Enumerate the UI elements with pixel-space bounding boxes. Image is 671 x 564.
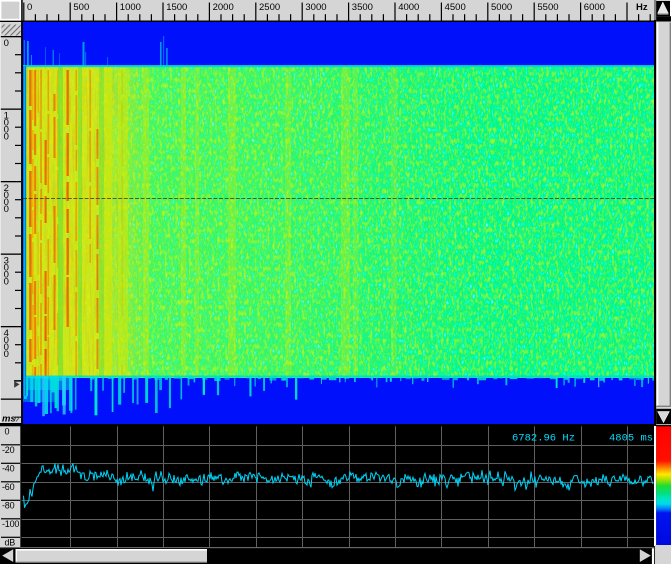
svg-text:2500: 2500 bbox=[259, 2, 280, 13]
svg-text:6000: 6000 bbox=[584, 2, 605, 13]
svg-text:-100: -100 bbox=[2, 519, 19, 529]
svg-text:ms: ms bbox=[2, 414, 16, 425]
svg-text:0: 0 bbox=[5, 427, 10, 437]
svg-text:0: 0 bbox=[4, 204, 9, 215]
svg-text:6782.96 Hz: 6782.96 Hz bbox=[512, 433, 575, 445]
svg-text:-80: -80 bbox=[2, 501, 15, 511]
svg-text:0: 0 bbox=[4, 277, 9, 288]
svg-text:0: 0 bbox=[4, 349, 9, 360]
svg-text:dB: dB bbox=[5, 538, 16, 548]
svg-text:3500: 3500 bbox=[352, 2, 373, 13]
svg-text:1500: 1500 bbox=[166, 2, 187, 13]
svg-text:Hz: Hz bbox=[636, 2, 648, 13]
svg-text:-40: -40 bbox=[2, 464, 15, 474]
svg-text:4000: 4000 bbox=[398, 2, 419, 13]
svg-text:5000: 5000 bbox=[491, 2, 512, 13]
svg-text:3000: 3000 bbox=[305, 2, 326, 13]
svg-text:500: 500 bbox=[73, 2, 89, 13]
svg-text:-20: -20 bbox=[2, 445, 15, 455]
svg-text:4805 ms: 4805 ms bbox=[609, 433, 653, 445]
svg-text:0: 0 bbox=[4, 132, 9, 143]
svg-text:4500: 4500 bbox=[445, 2, 466, 13]
svg-text:1000: 1000 bbox=[120, 2, 141, 13]
svg-text:2000: 2000 bbox=[213, 2, 234, 13]
svg-text:0: 0 bbox=[27, 2, 32, 13]
svg-text:0: 0 bbox=[4, 38, 9, 49]
svg-text:5500: 5500 bbox=[537, 2, 558, 13]
svg-text:-60: -60 bbox=[2, 482, 15, 492]
